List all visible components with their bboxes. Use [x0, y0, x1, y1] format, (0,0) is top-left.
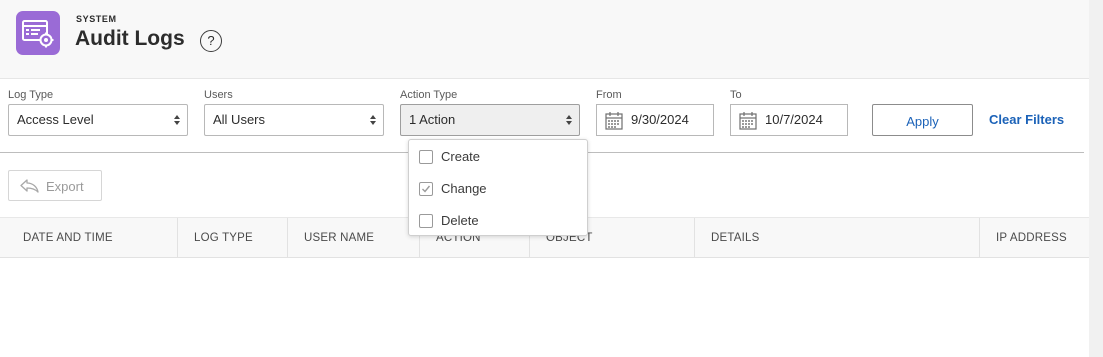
apply-button[interactable]: Apply [872, 104, 973, 136]
calendar-icon [739, 112, 757, 130]
clear-filters-link[interactable]: Clear Filters [989, 112, 1064, 127]
to-date-input[interactable]: 10/7/2024 [730, 104, 848, 136]
column-header-date-time[interactable]: DATE AND TIME [7, 218, 178, 257]
column-header-details[interactable]: DETAILS [695, 218, 980, 257]
action-option-label: Change [441, 181, 487, 196]
action-option-label: Create [441, 149, 481, 164]
action-type-select[interactable]: 1 Action [400, 104, 580, 136]
page-header: SYSTEM Audit Logs ? [0, 0, 1089, 79]
select-arrows-icon [566, 115, 572, 125]
users-label: Users [204, 89, 233, 101]
to-label: To [730, 89, 742, 101]
select-arrows-icon [370, 115, 376, 125]
export-arrow-icon [20, 179, 39, 193]
help-icon[interactable]: ? [200, 30, 222, 52]
checkbox-change[interactable] [419, 182, 433, 196]
scrollbar-track[interactable] [1089, 0, 1103, 357]
section-eyebrow: SYSTEM [76, 14, 117, 24]
action-type-dropdown: Create Change Delete [408, 139, 588, 236]
from-date-value: 9/30/2024 [631, 112, 689, 127]
from-date-input[interactable]: 9/30/2024 [596, 104, 714, 136]
column-header-log-type[interactable]: LOG TYPE [178, 218, 288, 257]
action-option-delete[interactable]: Delete [419, 210, 579, 232]
users-value: All Users [213, 112, 266, 127]
column-header-user-name[interactable]: USER NAME [288, 218, 420, 257]
from-label: From [596, 89, 622, 101]
calendar-icon [605, 112, 623, 130]
checkbox-create[interactable] [419, 150, 433, 164]
page: SYSTEM Audit Logs ? Log Type Access Leve… [0, 0, 1089, 357]
select-arrows-icon [174, 115, 180, 125]
action-option-create[interactable]: Create [419, 146, 579, 168]
export-label: Export [46, 179, 84, 194]
log-type-label: Log Type [8, 89, 54, 101]
action-option-change[interactable]: Change [419, 178, 579, 200]
log-type-value: Access Level [17, 112, 94, 127]
users-select[interactable]: All Users [204, 104, 384, 136]
audit-settings-icon [16, 11, 60, 55]
to-date-value: 10/7/2024 [765, 112, 823, 127]
checkmark-icon [422, 185, 431, 193]
action-option-label: Delete [441, 213, 479, 228]
log-type-select[interactable]: Access Level [8, 104, 188, 136]
export-button[interactable]: Export [8, 170, 102, 201]
checkbox-delete[interactable] [419, 214, 433, 228]
action-type-value: 1 Action [409, 112, 456, 127]
action-type-label: Action Type [400, 89, 458, 101]
column-header-ip-address[interactable]: IP ADDRESS [980, 218, 1089, 257]
page-title: Audit Logs [75, 27, 185, 50]
